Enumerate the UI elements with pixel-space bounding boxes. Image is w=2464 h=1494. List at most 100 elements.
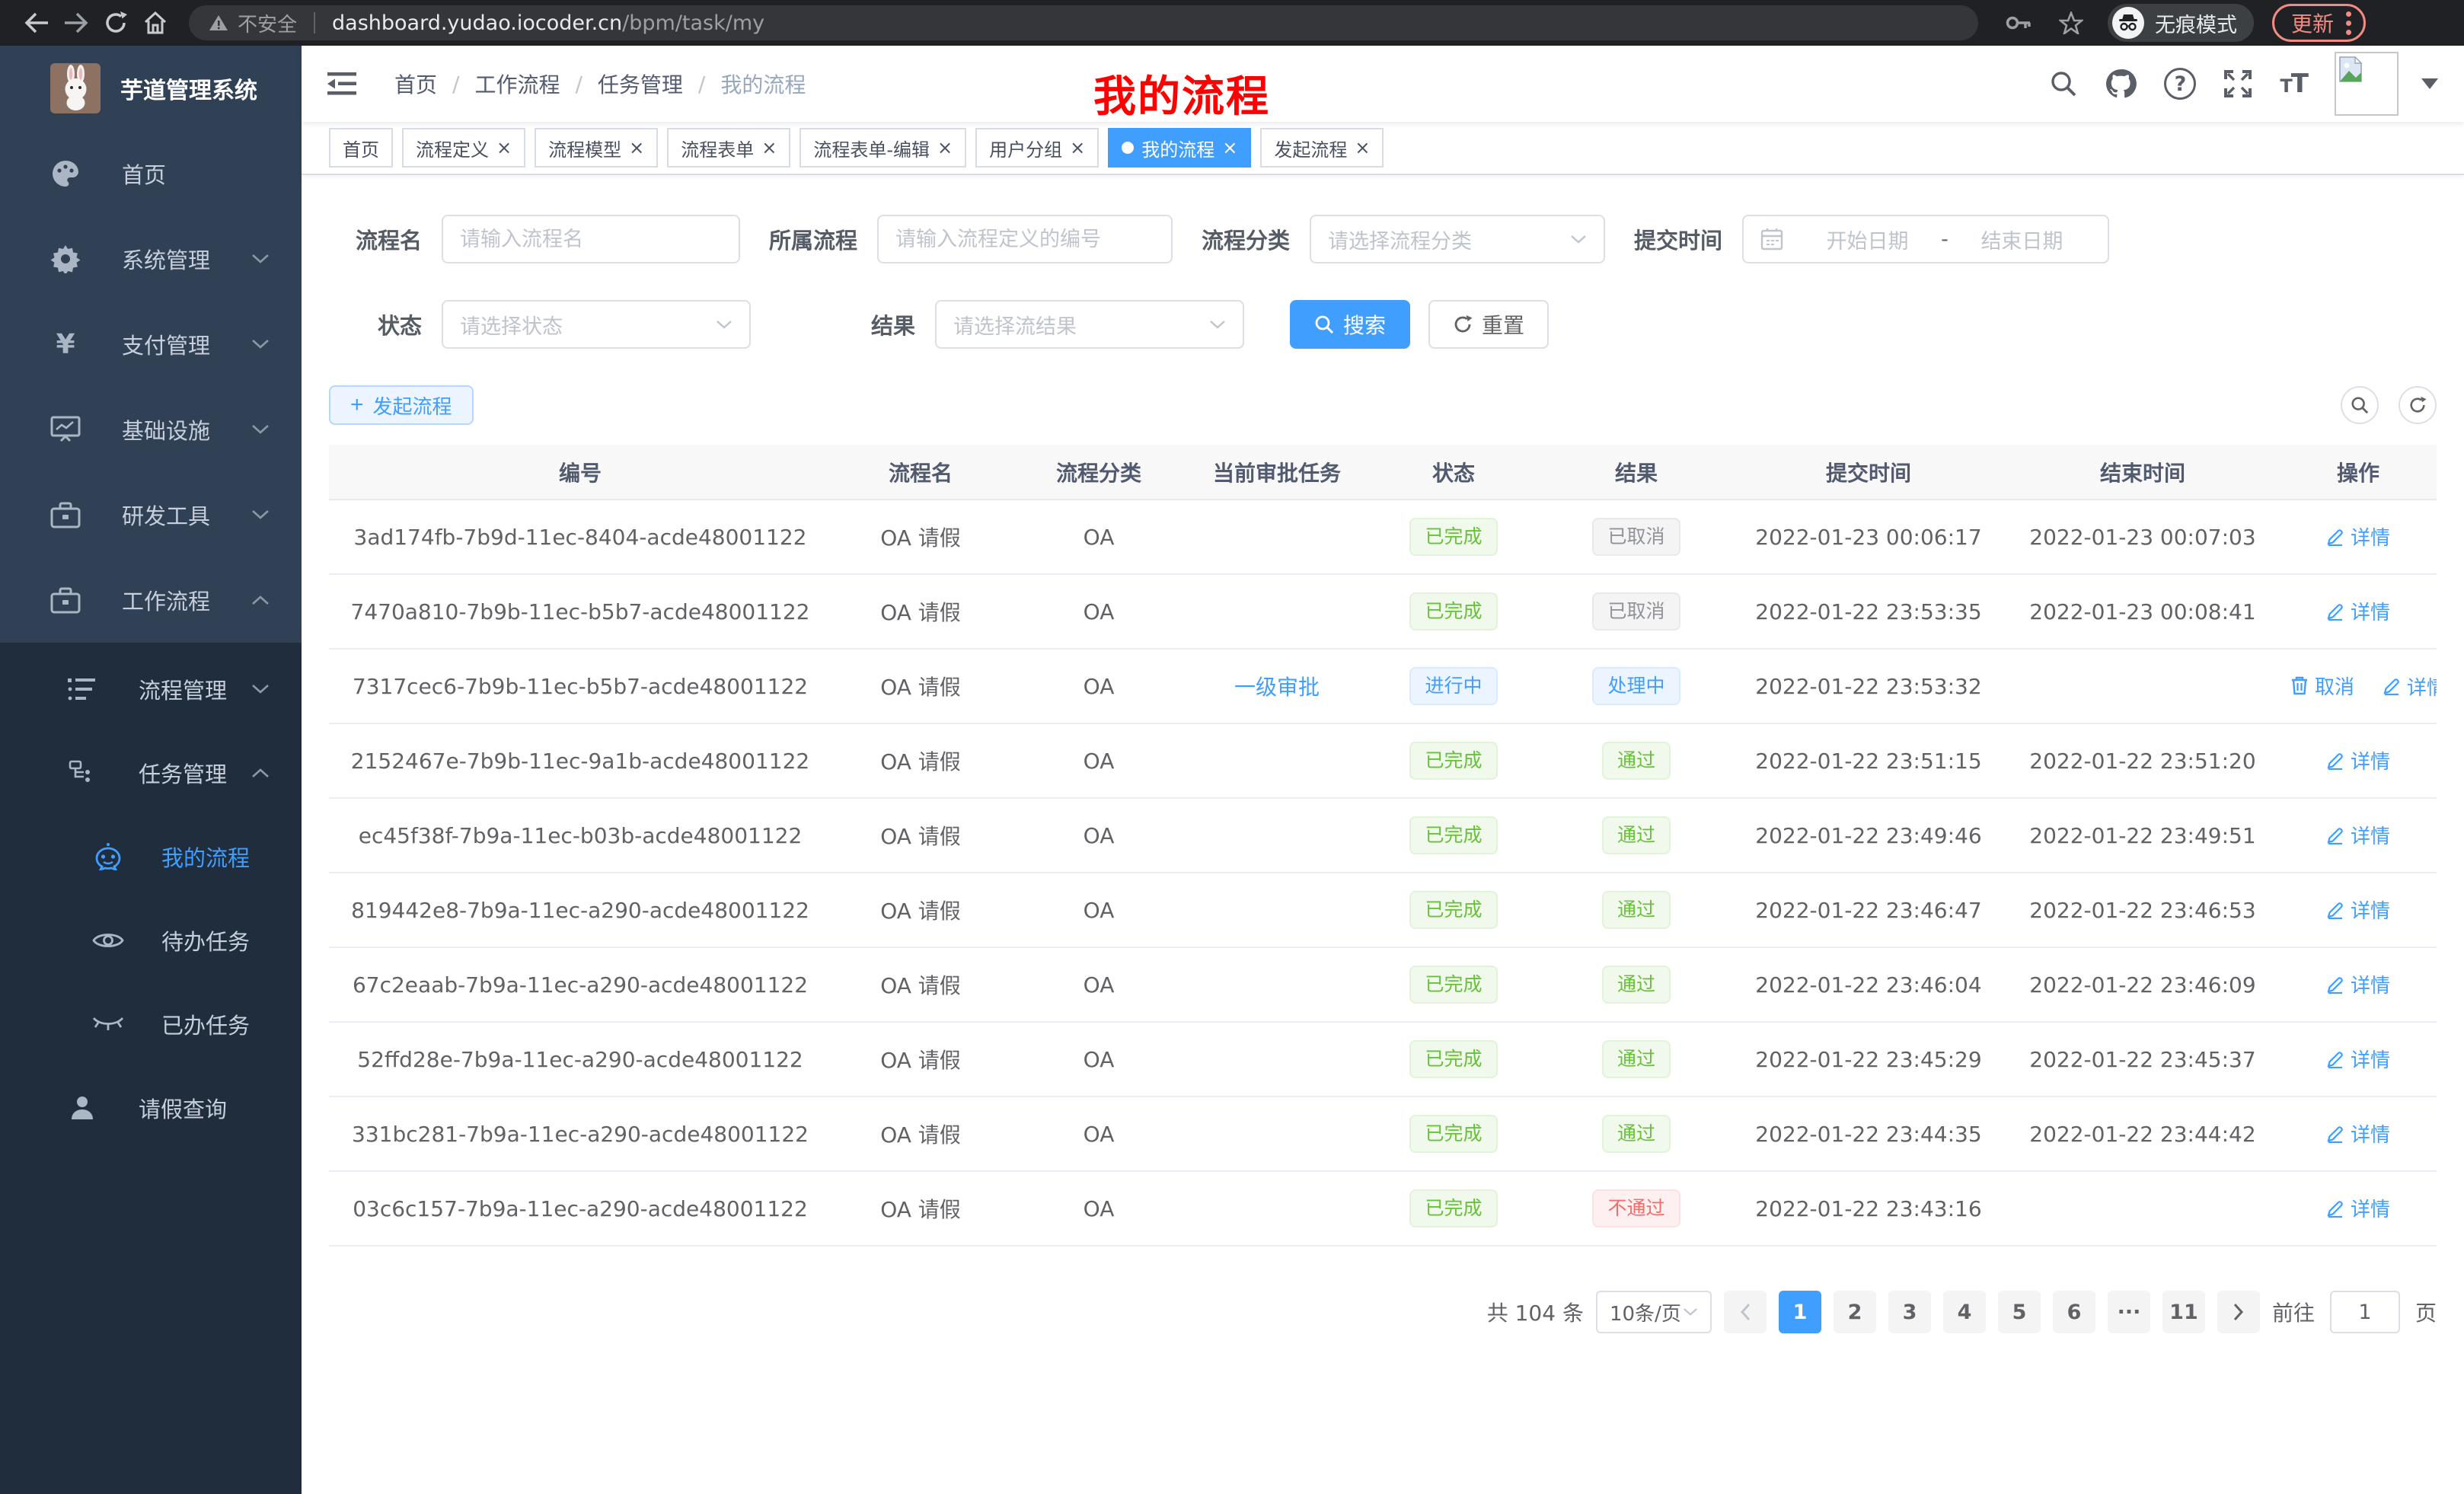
category-select[interactable]: 请选择流程分类 [1310,215,1605,263]
incognito-badge[interactable]: 无痕模式 [2108,4,2254,42]
reset-button[interactable]: 重置 [1428,300,1549,349]
browser-forward-icon[interactable] [56,5,96,41]
list-icon [65,677,99,701]
avatar-dropdown-caret[interactable] [2421,78,2438,89]
browser-menu-icon[interactable] [2346,11,2351,35]
cancel-action[interactable]: 取消 [2290,672,2354,700]
chevron-down-icon [1570,235,1587,244]
process-name: OA 请假 [831,649,1010,723]
process-category: OA [1010,500,1188,574]
create-process-button[interactable]: + 发起流程 [329,385,474,425]
page-button-6[interactable]: 6 [2053,1291,2095,1333]
close-icon[interactable]: × [1070,139,1085,157]
process-definition-input[interactable] [877,215,1173,263]
tab-my-process[interactable]: 我的流程× [1108,128,1251,168]
detail-action[interactable]: 详情 [2326,522,2390,551]
status-badge: 已完成 [1409,1040,1497,1078]
detail-action[interactable]: 详情 [2326,895,2390,924]
goto-page-input[interactable] [2330,1291,2400,1333]
close-icon[interactable]: × [1222,139,1237,157]
address-bar[interactable]: 不安全 dashboard.yudao.iocoder.cn/bpm/task/… [189,5,1978,40]
date-range-picker[interactable]: 开始日期 - 结束日期 [1742,215,2109,263]
refresh-table-button[interactable] [2399,386,2437,424]
detail-action[interactable]: 详情 [2326,1119,2390,1148]
tab-home[interactable]: 首页 [329,128,393,168]
sidebar-item-infra[interactable]: 基础设施 [0,387,302,472]
search-button[interactable]: 搜索 [1290,300,1410,349]
page-button-4[interactable]: 4 [1943,1291,1986,1333]
sidebar-item-payment[interactable]: ¥ 支付管理 [0,302,302,387]
status-select[interactable]: 请选择状态 [442,300,751,349]
page-ellipsis[interactable]: ··· [2108,1291,2150,1333]
process-category: OA [1010,574,1188,649]
sidebar-item-my-process[interactable]: 我的流程 [0,815,302,899]
show-search-toggle-button[interactable] [2341,386,2379,424]
close-icon[interactable]: × [1355,139,1370,157]
process-name-input[interactable] [442,215,740,263]
end-time: 2022-01-23 00:08:41 [2006,574,2280,649]
page-button-11[interactable]: 11 [2162,1291,2205,1333]
next-page-button[interactable] [2217,1291,2260,1333]
browser-back-icon[interactable] [17,5,56,41]
fullscreen-icon[interactable] [2223,69,2252,98]
breadcrumb-home[interactable]: 首页 [394,69,437,99]
font-size-icon[interactable]: TT [2280,69,2307,99]
current-task-link[interactable]: 一级审批 [1234,675,1320,700]
tab-process-definition[interactable]: 流程定义× [402,128,525,168]
detail-action[interactable]: 详情 [2326,1194,2390,1222]
detail-action[interactable]: 详情 [2326,970,2390,998]
page-button-3[interactable]: 3 [1888,1291,1931,1333]
sidebar-item-home[interactable]: 首页 [0,131,302,216]
red-annotation-text: 我的流程 [1093,62,1270,124]
sidebar-item-devtools[interactable]: 研发工具 [0,472,302,557]
tab-start-process[interactable]: 发起流程× [1260,128,1384,168]
browser-update-button[interactable]: 更新 [2272,4,2366,42]
sidebar-item-todo-tasks[interactable]: 待办任务 [0,899,302,982]
sidebar-collapse-icon[interactable] [327,72,356,96]
sidebar-item-process-mgmt[interactable]: 流程管理 [0,647,302,731]
sidebar-item-task-mgmt[interactable]: 任务管理 [0,731,302,815]
sidebar-item-workflow[interactable]: 工作流程 [0,557,302,643]
sidebar-item-system[interactable]: 系统管理 [0,216,302,302]
breadcrumb-workflow[interactable]: 工作流程 [474,69,560,99]
app-logo[interactable]: 芋道管理系统 [0,46,302,131]
close-icon[interactable]: × [761,139,777,157]
tab-user-group[interactable]: 用户分组× [975,128,1099,168]
header-search-icon[interactable] [2050,70,2077,97]
sidebar-item-label: 研发工具 [122,499,210,531]
breadcrumb-task-mgmt[interactable]: 任务管理 [598,69,683,99]
detail-action[interactable]: 详情 [2326,746,2390,774]
page-button-5[interactable]: 5 [1998,1291,2041,1333]
end-date-placeholder[interactable]: 结束日期 [1953,225,2091,254]
help-icon[interactable]: ? [2164,68,2196,100]
chevron-down-icon [251,424,270,435]
avatar[interactable] [2335,52,2399,116]
browser-home-icon[interactable] [136,5,175,41]
result-select[interactable]: 请选择流结果 [935,300,1244,349]
github-icon[interactable] [2105,68,2137,100]
tab-process-model[interactable]: 流程模型× [535,128,658,168]
close-icon[interactable]: × [937,139,953,157]
omnibox-divider [314,12,315,34]
detail-action[interactable]: 详情 [2326,821,2390,849]
page-button-1[interactable]: 1 [1779,1291,1821,1333]
tab-process-form[interactable]: 流程表单× [667,128,790,168]
start-date-placeholder[interactable]: 开始日期 [1799,225,1936,254]
browser-reload-icon[interactable] [96,5,136,41]
prev-page-button[interactable] [1724,1291,1767,1333]
detail-action[interactable]: 详情 [2326,597,2390,625]
sidebar-item-leave-query[interactable]: 请假查询 [0,1066,302,1150]
security-warning[interactable]: 不安全 [209,9,297,37]
close-icon[interactable]: × [629,139,644,157]
sidebar-item-done-tasks[interactable]: 已办任务 [0,982,302,1066]
page-button-2[interactable]: 2 [1834,1291,1876,1333]
close-icon[interactable]: × [496,139,512,157]
bookmark-star-icon[interactable] [2059,11,2083,34]
page-size-select[interactable]: 10条/页 [1596,1291,1712,1333]
password-key-icon[interactable] [2006,14,2032,31]
detail-action[interactable]: 详情 [2383,672,2437,701]
detail-action[interactable]: 详情 [2326,1045,2390,1073]
workflow-submenu: 流程管理 任务管理 我的流程 [0,643,302,1494]
tab-process-form-edit[interactable]: 流程表单-编辑× [800,128,966,168]
end-time: 2022-01-23 00:07:03 [2006,500,2280,574]
